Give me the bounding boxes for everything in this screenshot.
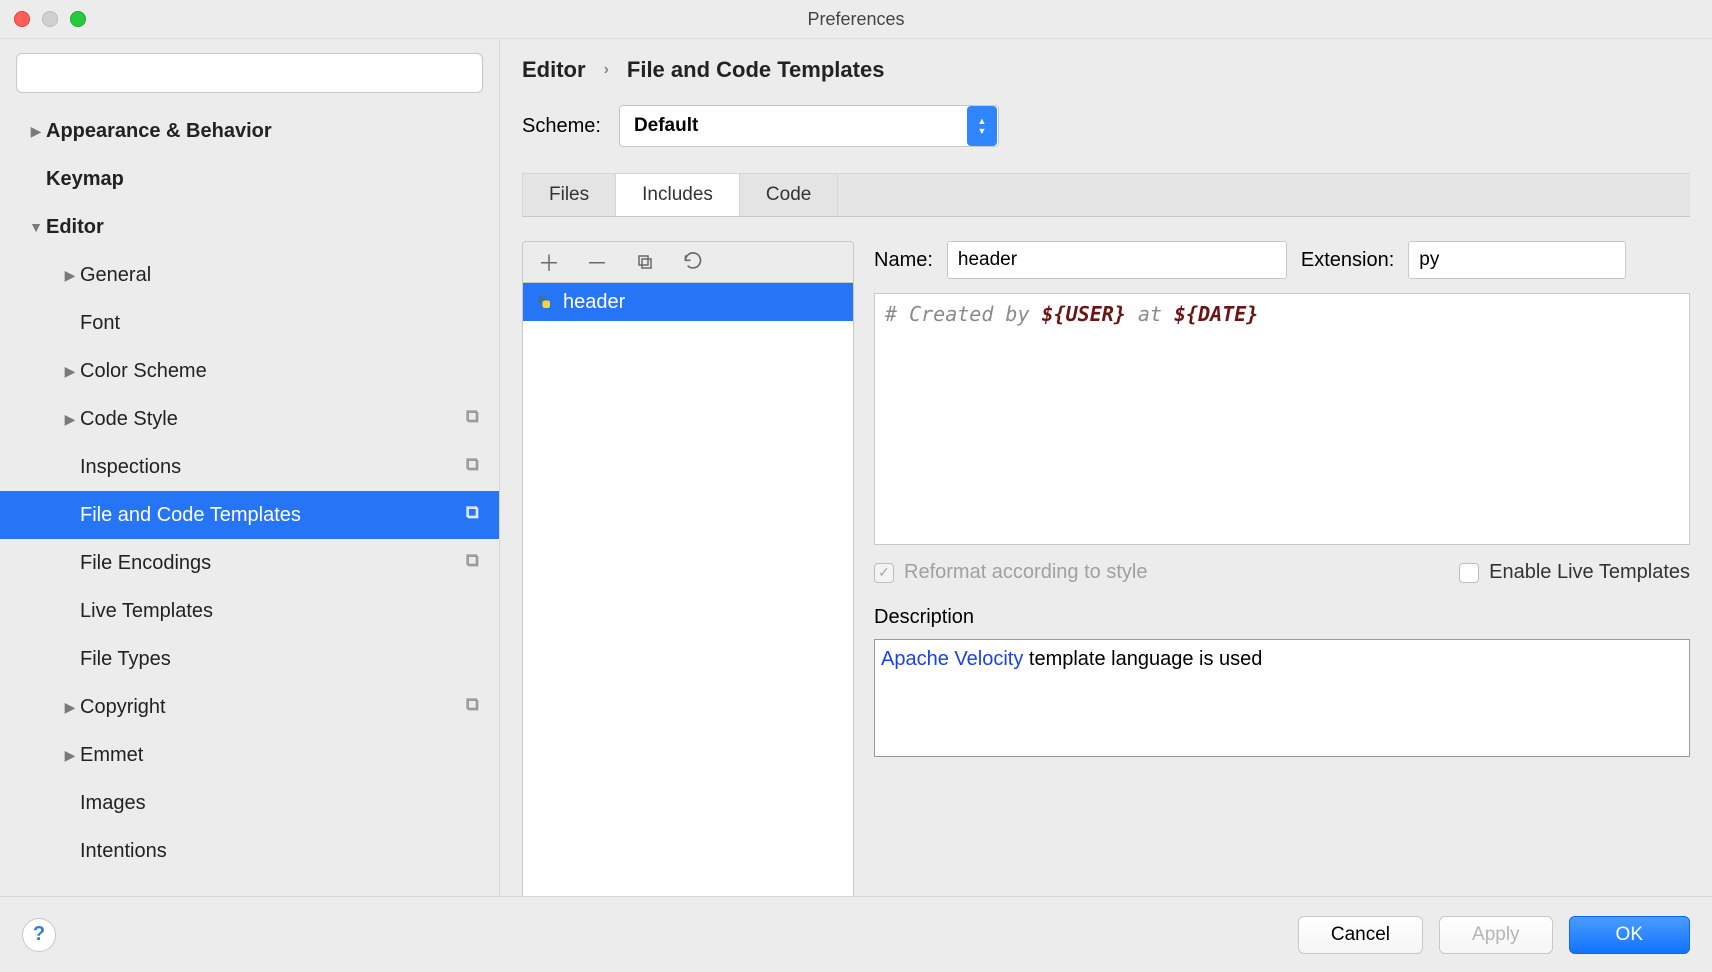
sidebar-item-general[interactable]: ▶General [0, 251, 499, 299]
enable-live-templates-label: Enable Live Templates [1489, 561, 1690, 584]
sidebar-item-appearance-behavior[interactable]: ▶Appearance & Behavior [0, 107, 499, 155]
sidebar-item-label: File and Code Templates [80, 504, 499, 527]
chevron-right-icon: ▶ [60, 411, 80, 428]
scheme-value: Default [620, 115, 966, 137]
sidebar-item-label: File Types [80, 648, 499, 671]
sidebar-item-label: Editor [46, 216, 499, 239]
add-template-icon[interactable]: ＋ [537, 250, 561, 274]
sidebar-item-label: Appearance & Behavior [46, 120, 499, 143]
sidebar-item-emmet[interactable]: ▶Emmet [0, 731, 499, 779]
apache-velocity-link[interactable]: Apache Velocity [881, 648, 1023, 670]
project-scheme-icon [465, 552, 481, 575]
sidebar-item-inspections[interactable]: Inspections [0, 443, 499, 491]
sidebar-item-file-encodings[interactable]: File Encodings [0, 539, 499, 587]
template-list-item[interactable]: header [523, 283, 853, 321]
sidebar-item-label: Intentions [80, 840, 499, 863]
sidebar-item-label: File Encodings [80, 552, 499, 575]
description-text: template language is used [1023, 648, 1262, 670]
sidebar-item-copyright[interactable]: ▶Copyright [0, 683, 499, 731]
extension-label: Extension: [1301, 249, 1394, 272]
copy-template-icon[interactable] [633, 250, 657, 274]
sidebar-item-label: Font [80, 312, 499, 335]
tabs: FilesIncludesCode [522, 174, 1690, 217]
sidebar-item-label: Keymap [46, 168, 499, 191]
sidebar-item-live-templates[interactable]: Live Templates [0, 587, 499, 635]
description-label: Description [874, 606, 1690, 629]
tab-code[interactable]: Code [740, 174, 838, 216]
sidebar-item-code-style[interactable]: ▶Code Style [0, 395, 499, 443]
sidebar-item-color-scheme[interactable]: ▶Color Scheme [0, 347, 499, 395]
breadcrumb-page: File and Code Templates [627, 57, 885, 83]
dropdown-arrows-icon: ▲▼ [967, 106, 997, 146]
project-scheme-icon [465, 456, 481, 479]
chevron-right-icon: ▶ [60, 363, 80, 380]
breadcrumb-root: Editor [522, 57, 586, 83]
sidebar-item-label: Color Scheme [80, 360, 499, 383]
project-scheme-icon [465, 408, 481, 431]
sidebar-item-file-and-code-templates[interactable]: File and Code Templates [0, 491, 499, 539]
titlebar: Preferences [0, 0, 1712, 38]
sidebar-item-label: Emmet [80, 744, 499, 767]
sidebar-item-label: Live Templates [80, 600, 499, 623]
remove-template-icon[interactable]: － [585, 250, 609, 274]
chevron-right-icon: ▶ [60, 267, 80, 284]
sidebar-item-images[interactable]: Images [0, 779, 499, 827]
breadcrumb: Editor › File and Code Templates [522, 57, 1690, 83]
name-label: Name: [874, 249, 933, 272]
sidebar-item-label: General [80, 264, 499, 287]
search-input[interactable] [16, 53, 483, 93]
enable-live-templates-checkbox[interactable] [1459, 563, 1479, 583]
sidebar: ▶Appearance & BehaviorKeymap▼Editor▶Gene… [0, 39, 500, 972]
sidebar-item-keymap[interactable]: Keymap [0, 155, 499, 203]
sidebar-item-label: Copyright [80, 696, 499, 719]
chevron-right-icon: ▶ [60, 699, 80, 716]
revert-template-icon[interactable] [681, 250, 705, 274]
sidebar-item-label: Images [80, 792, 499, 815]
chevron-right-icon: › [604, 61, 609, 79]
ok-button[interactable]: OK [1569, 916, 1690, 954]
extension-input[interactable] [1408, 241, 1626, 279]
chevron-down-icon: ▼ [26, 219, 46, 235]
tab-includes[interactable]: Includes [616, 174, 740, 216]
template-code-editor[interactable]: # Created by ${USER} at ${DATE} [874, 293, 1690, 545]
scheme-select[interactable]: Default ▲▼ [619, 105, 999, 147]
sidebar-item-label: Code Style [80, 408, 499, 431]
dialog-footer: ? Cancel Apply OK [0, 896, 1712, 972]
window-title: Preferences [0, 9, 1712, 30]
project-scheme-icon [465, 504, 481, 527]
cancel-button[interactable]: Cancel [1298, 916, 1423, 954]
reformat-label: Reformat according to style [904, 561, 1147, 584]
sidebar-item-editor[interactable]: ▼Editor [0, 203, 499, 251]
preferences-tree: ▶Appearance & BehaviorKeymap▼Editor▶Gene… [0, 107, 499, 972]
sidebar-item-label: Inspections [80, 456, 499, 479]
python-file-icon [535, 293, 553, 311]
sidebar-item-file-types[interactable]: File Types [0, 635, 499, 683]
project-scheme-icon [465, 696, 481, 719]
chevron-right-icon: ▶ [26, 123, 46, 140]
sidebar-item-font[interactable]: Font [0, 299, 499, 347]
description-box: Apache Velocity template language is use… [874, 639, 1690, 757]
sidebar-item-intentions[interactable]: Intentions [0, 827, 499, 875]
content-area: Editor › File and Code Templates Scheme:… [500, 39, 1712, 972]
tab-files[interactable]: Files [522, 174, 616, 216]
template-list-panel: ＋ － header [522, 241, 854, 956]
reformat-checkbox: ✓ [874, 563, 894, 583]
help-button[interactable]: ? [22, 918, 56, 952]
apply-button: Apply [1439, 916, 1553, 954]
template-item-label: header [563, 291, 625, 314]
chevron-right-icon: ▶ [60, 747, 80, 764]
scheme-label: Scheme: [522, 115, 601, 138]
name-input[interactable] [947, 241, 1287, 279]
